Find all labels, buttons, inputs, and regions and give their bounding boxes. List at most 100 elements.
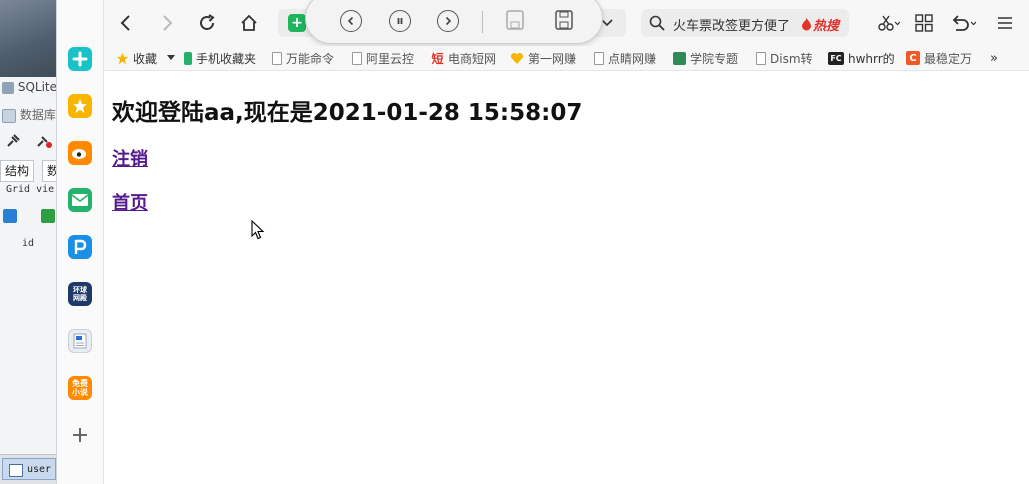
bookmark-label: 点睛网赚 [608, 51, 657, 66]
home-link[interactable]: 首页 [112, 189, 148, 215]
undo-button[interactable] [947, 11, 979, 35]
bookmark-favorites[interactable]: 收藏 [116, 50, 176, 66]
sqlite-title-row: SQLite [2, 80, 57, 94]
background-sqlite-window: SQLite 数据库 结构 数 Grid vie id user [0, 0, 57, 484]
sqlite-title: SQLite [17, 80, 57, 94]
add-icon[interactable] [68, 423, 92, 447]
weibo-icon[interactable] [68, 141, 92, 165]
bookmark-label: Dism转 [770, 51, 813, 66]
doc-icon [594, 51, 604, 65]
column-header-id: id [22, 238, 35, 249]
media-control-pill [305, 0, 603, 44]
hamburger-menu-icon [998, 17, 1012, 29]
tab-data[interactable]: 数 [42, 160, 56, 182]
bookmark-label: 学院专题 [690, 51, 739, 66]
table-icon [2, 108, 16, 123]
background-window-titlebar [0, 0, 56, 77]
free-novel-icon[interactable]: 免费 小说 [68, 376, 92, 400]
short-link-icon: 短 [431, 51, 444, 66]
bookmarks-overflow-button[interactable]: » [990, 50, 998, 66]
favorites-icon[interactable] [68, 94, 92, 118]
global-times-icon[interactable]: 环球 网殿 [68, 282, 92, 306]
doc-icon [352, 51, 362, 65]
hot-search-badge[interactable]: 热搜 [801, 15, 839, 34]
database-menu-label: 数据库 [19, 108, 56, 122]
save-icon[interactable] [555, 10, 573, 30]
bookmark-item[interactable]: FC hwhrr的 [828, 50, 895, 66]
mail-icon[interactable] [68, 188, 92, 212]
pause-icon [397, 18, 403, 24]
hot-search-label: 热搜 [812, 19, 839, 34]
media-divider [482, 11, 483, 33]
logout-link[interactable]: 注销 [112, 145, 148, 171]
chevron-right-icon [163, 15, 173, 31]
app-store-icon[interactable] [68, 47, 92, 71]
bookmark-item[interactable]: 第一网赚 [510, 50, 576, 66]
browser-toolbar: + 火车票改签更方便了 热搜 [104, 0, 1029, 47]
grid-icon [915, 14, 933, 32]
previous-track-button[interactable] [340, 10, 362, 32]
welcome-heading: 欢迎登陆aa,现在是2021-01-28 15:58:07 [112, 100, 583, 126]
chevron-left-icon [120, 15, 130, 31]
pdf-icon[interactable] [68, 235, 92, 259]
plug-icon[interactable] [6, 134, 20, 148]
word-icon[interactable] [68, 329, 92, 353]
academy-icon [673, 51, 686, 65]
search-icon [649, 15, 665, 31]
security-shield-icon[interactable]: + [288, 14, 306, 32]
grid-toolbar-row [3, 208, 55, 223]
doc-icon [756, 51, 766, 65]
background-status-bar: user [0, 454, 56, 484]
browser-sidebar: 环球 网殿 免费 小说 [57, 0, 104, 484]
home-icon [241, 14, 257, 31]
undo-icon [952, 15, 976, 31]
flame-icon [801, 18, 811, 31]
forward-button[interactable] [155, 11, 179, 35]
tab-data-label: 数 [47, 164, 56, 178]
bookmark-label: 手机收藏夹 [196, 51, 257, 66]
bookmark-item[interactable]: 万能命令 [272, 50, 334, 66]
refresh-icon[interactable] [3, 208, 17, 223]
database-menu-row[interactable]: 数据库 [2, 106, 56, 123]
mouse-cursor-icon [251, 220, 265, 240]
scissors-icon [878, 15, 900, 31]
status-table-tab[interactable]: user [2, 458, 56, 480]
bookmark-item[interactable]: 短 电商短网 [431, 50, 496, 66]
bookmark-label: 电商短网 [448, 51, 497, 66]
back-button[interactable] [114, 11, 138, 35]
star-icon [116, 52, 129, 64]
bookmark-label: hwhrr的 [848, 51, 895, 66]
database-icon [2, 81, 14, 94]
next-track-button[interactable] [437, 10, 459, 32]
add-row-icon[interactable] [40, 208, 55, 223]
tab-structure-label: 结构 [5, 164, 30, 178]
grid-view-label: Grid vie [6, 184, 55, 195]
menu-button[interactable] [993, 11, 1017, 35]
home-button[interactable] [237, 11, 261, 35]
pause-button[interactable] [389, 10, 411, 32]
apps-grid-button[interactable] [912, 11, 936, 35]
save-disabled-icon [506, 10, 524, 30]
bookmark-label: 收藏 [133, 51, 158, 66]
bookmark-item[interactable]: 阿里云控 [352, 50, 414, 66]
bookmark-mobile[interactable]: 手机收藏夹 [184, 50, 256, 66]
reload-button[interactable] [195, 11, 219, 35]
screenshot-button[interactable] [874, 11, 904, 35]
tab-structure[interactable]: 结构 [0, 160, 35, 182]
bookmarks-bar: 收藏 手机收藏夹 万能命令 阿里云控 短 电商短网 第一网赚 点睛网赚 学院专题… [104, 46, 1029, 71]
search-suggestion: 火车票改签更方便了 [673, 19, 791, 34]
doc-icon [272, 51, 282, 65]
bookmark-item[interactable]: 学院专题 [673, 50, 738, 66]
unplug-icon[interactable] [36, 134, 52, 148]
phone-icon [184, 51, 192, 65]
bookmark-item[interactable]: Dism转 [756, 50, 813, 66]
bookmark-item[interactable]: C 最稳定万 [906, 50, 972, 66]
bookmark-label: 第一网赚 [528, 51, 577, 66]
bookmark-label: 阿里云控 [366, 51, 415, 66]
search-box[interactable]: 火车票改签更方便了 热搜 [641, 9, 849, 37]
chevron-right-icon [445, 16, 452, 26]
fc-icon: FC [828, 51, 844, 65]
chevron-left-icon [347, 16, 354, 26]
c-icon: C [906, 51, 920, 65]
bookmark-item[interactable]: 点睛网赚 [594, 50, 656, 66]
